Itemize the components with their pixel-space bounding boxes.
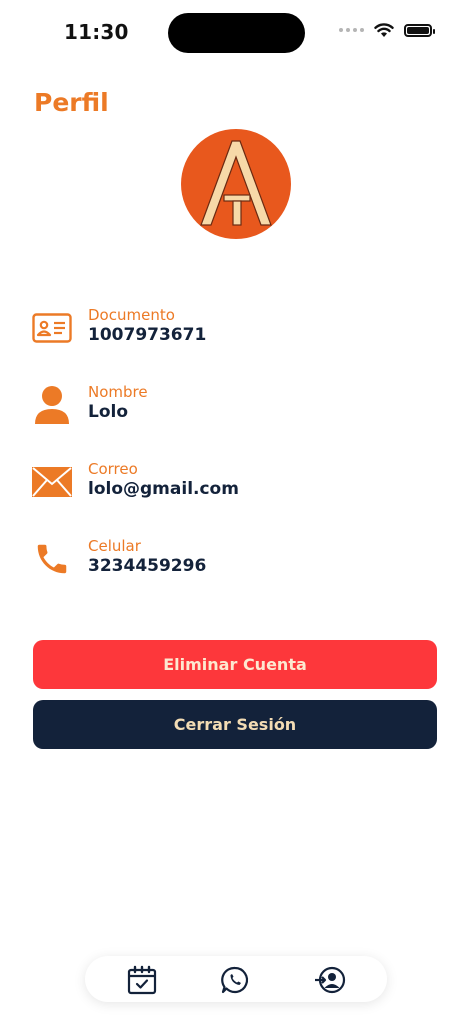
tab-profile[interactable] xyxy=(314,964,346,996)
field-value: 3234459296 xyxy=(88,556,207,576)
profile-screen: 11:30 Perfil Documento 1007973671 Nombre… xyxy=(0,0,472,1024)
page-title: Perfil xyxy=(34,88,109,117)
calendar-check-icon xyxy=(127,965,157,995)
field-correo: Correo lolo@gmail.com xyxy=(32,460,432,510)
field-value: Lolo xyxy=(88,402,129,422)
dynamic-island xyxy=(168,13,305,53)
field-celular: Celular 3234459296 xyxy=(32,537,432,587)
logout-button[interactable]: Cerrar Sesión xyxy=(33,700,437,749)
envelope-icon xyxy=(32,462,72,502)
status-indicators xyxy=(339,22,435,38)
status-time: 11:30 xyxy=(64,20,129,44)
phone-icon xyxy=(32,539,72,579)
field-nombre: Nombre Lolo xyxy=(32,383,432,433)
profile-login-icon xyxy=(315,966,346,994)
avatar-logo xyxy=(181,129,291,239)
user-icon xyxy=(32,385,72,425)
whatsapp-icon xyxy=(221,966,249,994)
wifi-icon xyxy=(374,23,394,37)
delete-account-button[interactable]: Eliminar Cuenta xyxy=(33,640,437,689)
bottom-tab-bar xyxy=(85,956,387,1002)
tab-calendar[interactable] xyxy=(126,964,158,996)
field-label: Correo xyxy=(88,460,138,478)
tab-whatsapp[interactable] xyxy=(219,964,251,996)
field-label: Celular xyxy=(88,537,141,555)
id-card-icon xyxy=(32,308,72,348)
field-label: Nombre xyxy=(88,383,148,401)
field-value: lolo@gmail.com xyxy=(88,479,239,499)
battery-icon xyxy=(404,23,435,37)
cellular-signal-icon xyxy=(339,28,364,32)
field-documento: Documento 1007973671 xyxy=(32,306,432,356)
field-value: 1007973671 xyxy=(88,325,207,345)
field-label: Documento xyxy=(88,306,175,324)
